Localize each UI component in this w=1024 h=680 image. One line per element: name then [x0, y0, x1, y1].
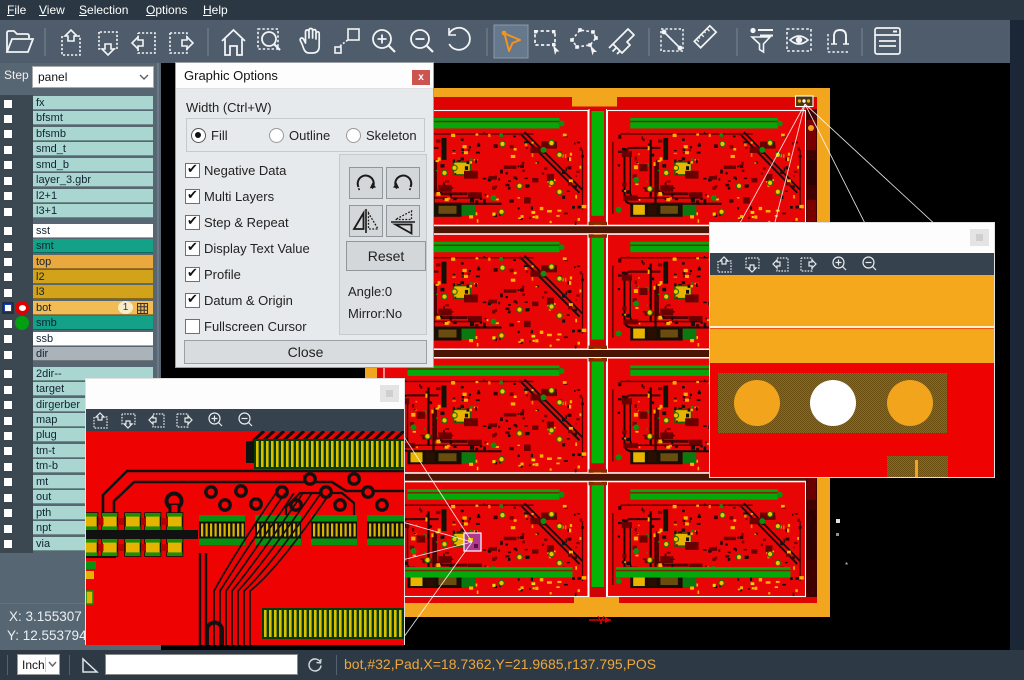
svg-text:*: *: [845, 561, 848, 570]
